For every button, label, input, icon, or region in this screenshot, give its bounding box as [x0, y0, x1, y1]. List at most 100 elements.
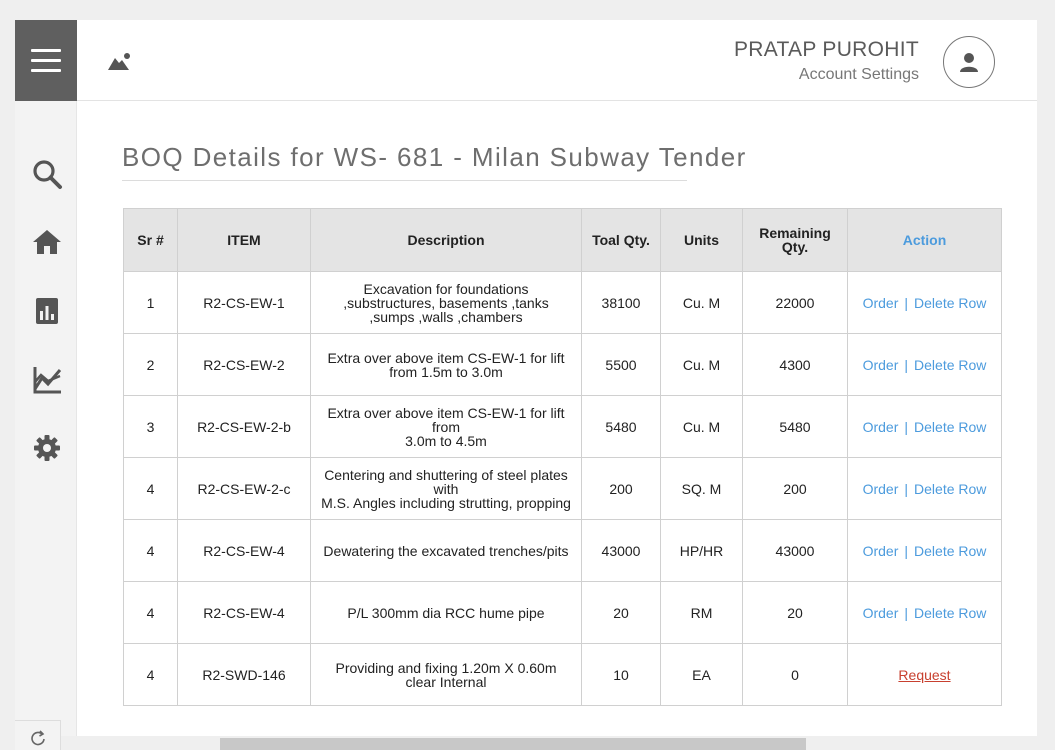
delete-row-link[interactable]: Delete Row [914, 357, 986, 373]
action-separator: | [904, 418, 909, 435]
cell-units: Cu. M [660, 333, 743, 396]
cell-total-qty: 200 [581, 457, 661, 520]
cell-total-qty: 5480 [581, 395, 661, 458]
table-row: 4 R2-CS-EW-2-c Centering and shuttering of… [123, 457, 1002, 520]
table-row: 2 R2-CS-EW-2 Extra over above item CS-EW-1… [123, 333, 1002, 396]
refresh-button[interactable] [15, 720, 61, 750]
cell-units: Cu. M [660, 395, 743, 458]
cell-total-qty: 20 [581, 581, 661, 644]
action-separator: | [904, 542, 909, 559]
app-frame: PRATAP PUROHIT Account Settings BOQ Deta… [15, 20, 1037, 750]
cell-description: Centering and shuttering of steel plates… [310, 457, 582, 520]
cell-description: Extra over above item CS-EW-1 for lift f… [310, 395, 582, 458]
menu-bar-line [31, 49, 61, 52]
cell-action: Order | Delete Row [847, 271, 1002, 334]
menu-bar-line [31, 69, 61, 72]
cell-units: EA [660, 643, 743, 706]
settings-icon[interactable] [31, 432, 63, 464]
user-name: PRATAP PUROHIT [733, 38, 919, 61]
cell-remaining-qty: 43000 [742, 519, 848, 582]
cell-total-qty: 5500 [581, 333, 661, 396]
col-header-action: Action [847, 208, 1002, 272]
horizontal-scrollbar[interactable] [220, 738, 806, 750]
table-row: 4 R2-SWD-146 Providing and fixing 1.20m X … [123, 643, 1002, 706]
order-link[interactable]: Order [863, 419, 899, 435]
cell-action: Order | Delete Row [847, 457, 1002, 520]
cell-action: Order | Delete Row [847, 395, 1002, 458]
order-link[interactable]: Order [863, 481, 899, 497]
col-header-remaining-qty[interactable]: Remaining Qty. [742, 208, 848, 272]
report-icon[interactable] [31, 295, 63, 327]
cell-sr: 4 [123, 581, 178, 644]
table-row: 4 R2-CS-EW-4 Dewatering the excavated tren… [123, 519, 1002, 582]
menu-bar-line [31, 59, 61, 62]
cell-sr: 2 [123, 333, 178, 396]
user-avatar-icon[interactable] [943, 36, 995, 88]
col-header-total-qty[interactable]: Toal Qty. [581, 208, 661, 272]
cell-item: R2-CS-EW-4 [177, 581, 311, 644]
cell-remaining-qty: 200 [742, 457, 848, 520]
logo-icon [107, 50, 133, 72]
delete-row-link[interactable]: Delete Row [914, 605, 986, 621]
request-link[interactable]: Request [898, 667, 950, 683]
cell-units: Cu. M [660, 271, 743, 334]
col-header-units[interactable]: Units [660, 208, 743, 272]
action-separator: | [904, 294, 909, 311]
cell-sr: 1 [123, 271, 178, 334]
col-header-sr[interactable]: Sr # [123, 208, 178, 272]
cell-total-qty: 43000 [581, 519, 661, 582]
sidebar [15, 101, 77, 736]
cell-units: HP/HR [660, 519, 743, 582]
cell-description: P/L 300mm dia RCC hume pipe [310, 581, 582, 644]
cell-sr: 4 [123, 643, 178, 706]
chart-icon[interactable] [31, 364, 63, 396]
cell-units: RM [660, 581, 743, 644]
cell-remaining-qty: 20 [742, 581, 848, 644]
top-bar: PRATAP PUROHIT Account Settings [77, 20, 1037, 101]
cell-action: Order | Delete Row [847, 519, 1002, 582]
table-header-row: Sr # ITEM Description Toal Qty. Units Re… [123, 208, 1002, 272]
cell-sr: 4 [123, 519, 178, 582]
delete-row-link[interactable]: Delete Row [914, 543, 986, 559]
delete-row-link[interactable]: Delete Row [914, 481, 986, 497]
account-settings-link[interactable]: Account Settings [799, 66, 919, 84]
cell-remaining-qty: 4300 [742, 333, 848, 396]
col-header-description[interactable]: Description [310, 208, 582, 272]
search-icon[interactable] [31, 158, 63, 190]
delete-row-link[interactable]: Delete Row [914, 419, 986, 435]
cell-item: R2-CS-EW-2-b [177, 395, 311, 458]
cell-description: Excavation for foundations ,substructure… [310, 271, 582, 334]
hamburger-menu-button[interactable] [15, 20, 77, 101]
col-header-item[interactable]: ITEM [177, 208, 311, 272]
order-link[interactable]: Order [863, 543, 899, 559]
delete-row-link[interactable]: Delete Row [914, 295, 986, 311]
cell-item: R2-SWD-146 [177, 643, 311, 706]
cell-description: Providing and fixing 1.20m X 0.60m clear… [310, 643, 582, 706]
cell-description: Dewatering the excavated trenches/pits [310, 519, 582, 582]
cell-sr: 4 [123, 457, 178, 520]
cell-units: SQ. M [660, 457, 743, 520]
home-icon[interactable] [31, 226, 63, 258]
boq-table: Sr # ITEM Description Toal Qty. Units Re… [123, 208, 1002, 706]
order-link[interactable]: Order [863, 605, 899, 621]
table-body: 1 R2-CS-EW-1 Excavation for foundations ,s… [123, 271, 1002, 706]
order-link[interactable]: Order [863, 357, 899, 373]
table-row: 1 R2-CS-EW-1 Excavation for foundations ,s… [123, 271, 1002, 334]
cell-item: R2-CS-EW-2-c [177, 457, 311, 520]
cell-total-qty: 10 [581, 643, 661, 706]
cell-total-qty: 38100 [581, 271, 661, 334]
cell-item: R2-CS-EW-1 [177, 271, 311, 334]
cell-action: Order | Delete Row [847, 581, 1002, 644]
cell-item: R2-CS-EW-4 [177, 519, 311, 582]
action-separator: | [904, 480, 909, 497]
cell-item: R2-CS-EW-2 [177, 333, 311, 396]
page-title: BOQ Details for WS- 681 - Milan Subway T… [122, 142, 747, 172]
cell-description: Extra over above item CS-EW-1 for lift f… [310, 333, 582, 396]
cell-action: Request [847, 643, 1002, 706]
table-row: 4 R2-CS-EW-4 P/L 300mm dia RCC hume pipe 20… [123, 581, 1002, 644]
action-separator: | [904, 604, 909, 621]
title-divider [122, 180, 687, 181]
action-separator: | [904, 356, 909, 373]
order-link[interactable]: Order [863, 295, 899, 311]
cell-sr: 3 [123, 395, 178, 458]
